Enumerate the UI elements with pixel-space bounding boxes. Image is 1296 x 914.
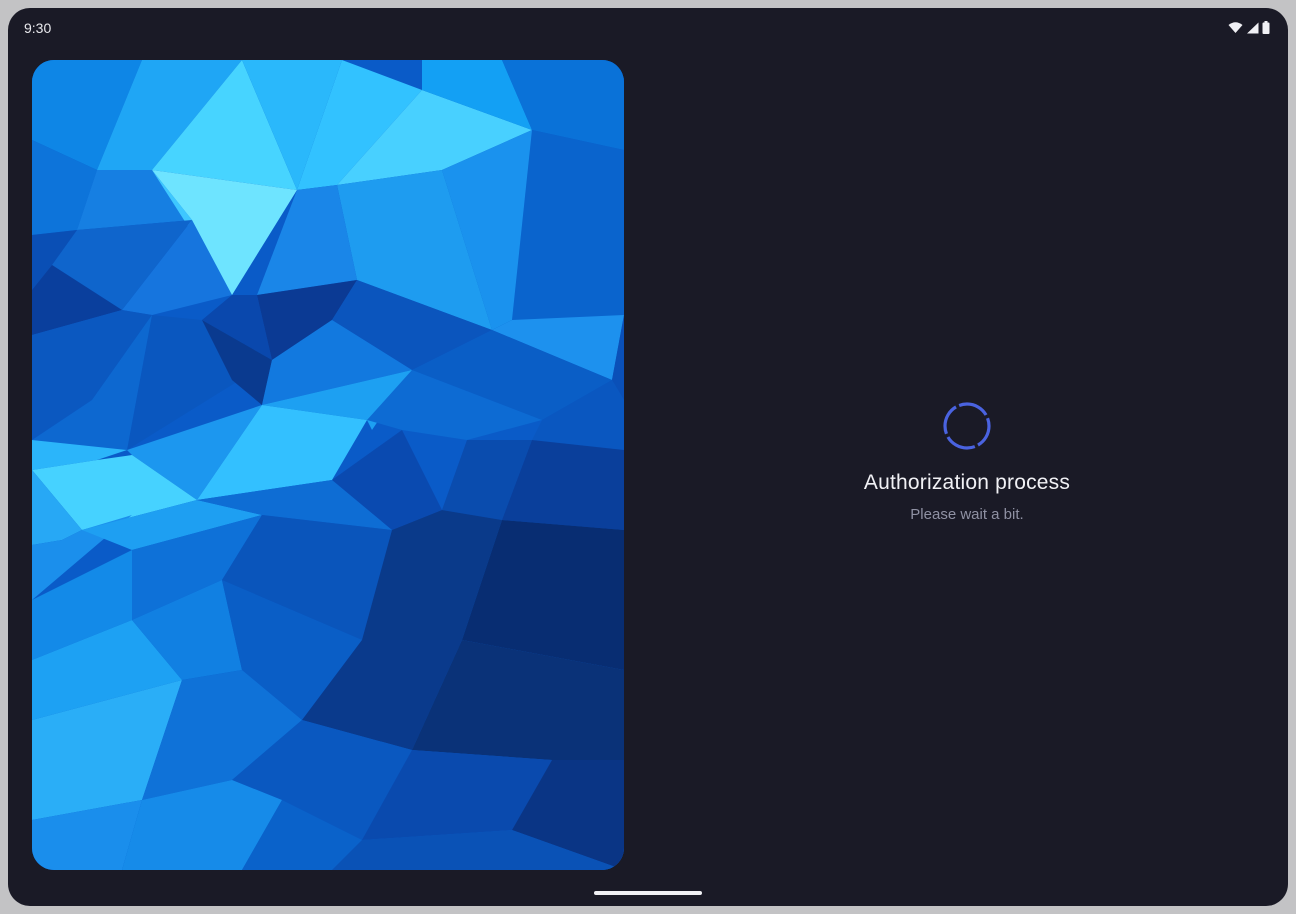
authorization-panel: Authorization process Please wait a bit. <box>848 401 1086 523</box>
cellular-signal-icon <box>1246 22 1259 34</box>
device-screen: 9:30 Authorization process Please wait a… <box>8 8 1288 906</box>
wifi-icon <box>1228 21 1243 34</box>
wallpaper-image <box>32 60 624 870</box>
battery-icon <box>1262 21 1270 34</box>
loading-spinner-icon <box>848 401 1086 451</box>
home-indicator[interactable] <box>594 891 702 895</box>
authorization-subtitle: Please wait a bit. <box>910 506 1024 523</box>
status-time: 9:30 <box>24 20 52 36</box>
authorization-title: Authorization process <box>863 471 1071 494</box>
status-icons <box>1228 21 1270 34</box>
status-bar: 9:30 <box>8 8 1288 48</box>
